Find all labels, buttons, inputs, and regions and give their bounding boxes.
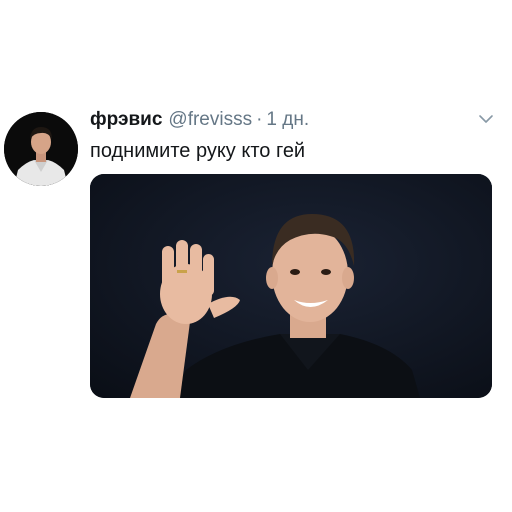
avatar[interactable] [4,112,78,186]
tweet-text: поднимите руку кто гей [90,140,306,162]
media-image [90,174,492,398]
tweet-card[interactable]: фрэвис @frevisss · 1 дн. поднимите руку … [0,0,512,512]
user-handle[interactable]: @frevisss [168,107,252,133]
separator-dot: · [256,109,263,130]
display-name[interactable]: фрэвис [90,107,162,133]
timestamp[interactable]: 1 дн. [266,107,309,133]
tweet-header: фрэвис @frevisss · 1 дн. [90,107,309,133]
avatar-image [4,112,78,186]
chevron-down-icon[interactable] [478,113,494,125]
tweet-media[interactable] [90,174,492,398]
